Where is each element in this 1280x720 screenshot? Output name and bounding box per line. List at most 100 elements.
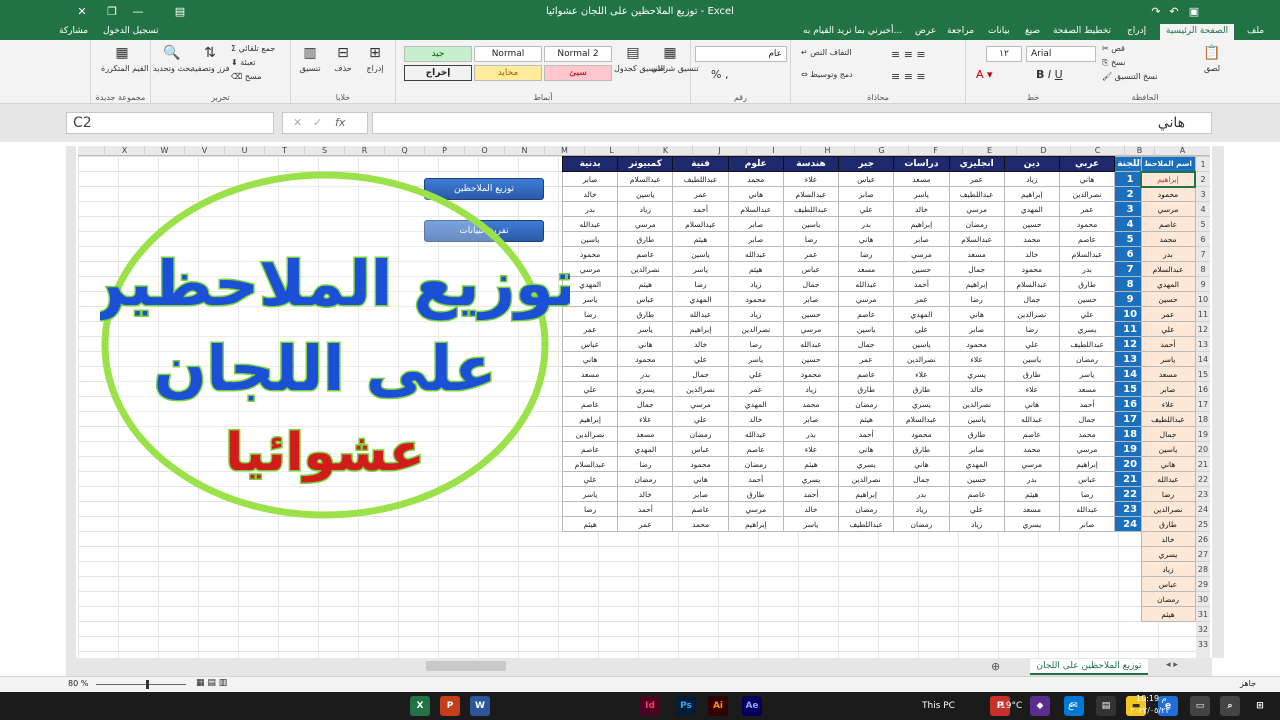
font-color-icon[interactable]: A ▾ xyxy=(976,68,993,81)
share-button[interactable]: مشاركة xyxy=(56,26,91,36)
col-header[interactable]: B xyxy=(1124,146,1154,156)
table-cell[interactable]: هاني xyxy=(838,231,895,247)
table-cell[interactable]: بدر xyxy=(617,366,674,382)
col-header[interactable]: G xyxy=(854,146,908,156)
table-cell[interactable]: هيثم xyxy=(561,516,619,532)
table-cell[interactable]: هاني xyxy=(1003,396,1060,412)
format-painter-button[interactable]: 🖌 نسخ التنسيق xyxy=(1102,72,1157,81)
table-cell[interactable]: محمود xyxy=(1003,261,1060,277)
table-cell[interactable]: نصرالدين xyxy=(561,426,619,442)
table-header[interactable]: دين xyxy=(1003,156,1060,172)
row-header[interactable]: 12 xyxy=(1196,321,1210,336)
row-header[interactable]: 27 xyxy=(1196,546,1210,561)
table-cell[interactable]: يسري xyxy=(782,471,840,487)
observer-cell[interactable]: بدر xyxy=(1140,246,1196,262)
table-cell[interactable]: عمر xyxy=(727,381,784,397)
row-header[interactable]: 13 xyxy=(1196,336,1210,351)
table-cell[interactable]: صابر xyxy=(1058,516,1116,532)
table-header[interactable]: انجليزي xyxy=(948,156,1005,172)
table-cell[interactable]: علي xyxy=(672,351,729,367)
table-cell[interactable]: خالد xyxy=(1003,246,1060,262)
col-header[interactable]: O xyxy=(464,146,504,156)
enter-icon[interactable]: ✓ xyxy=(313,116,322,129)
number-format-select[interactable]: عام xyxy=(695,46,787,62)
table-cell[interactable]: علي xyxy=(672,411,729,427)
ribbon-options-icon[interactable]: ▤ xyxy=(172,4,188,20)
merge-center-button[interactable]: ⇔ دمج وتوسيط xyxy=(801,70,853,79)
table-cell[interactable]: عباس xyxy=(617,291,674,307)
table-cell[interactable]: رمضان xyxy=(672,426,729,442)
observer-cell[interactable]: إبراهيم xyxy=(1140,170,1196,188)
close-icon[interactable]: ✕ xyxy=(74,4,90,20)
row-header[interactable]: 26 xyxy=(1196,531,1210,546)
table-cell[interactable]: إبراهيم xyxy=(1003,186,1060,202)
table-cell[interactable]: خالد xyxy=(617,486,674,502)
table-cell[interactable]: طارق xyxy=(617,231,674,247)
col-header[interactable]: R xyxy=(344,146,384,156)
table-cell[interactable]: رمضان xyxy=(948,216,1005,232)
row-header[interactable]: 15 xyxy=(1196,366,1210,381)
col-header[interactable]: J xyxy=(692,146,746,156)
table-cell[interactable]: عبدالله xyxy=(727,426,784,442)
table-cell[interactable]: عبدالسلام xyxy=(782,186,840,202)
row-header[interactable]: 18 xyxy=(1196,411,1210,426)
table-cell[interactable]: محمد xyxy=(782,396,840,412)
table-cell[interactable]: رمضان xyxy=(893,516,950,532)
table-cell[interactable]: مرسي xyxy=(782,321,840,337)
row-header[interactable]: 3 xyxy=(1196,186,1210,201)
observer-cell[interactable]: مرسي xyxy=(1140,201,1196,217)
table-cell[interactable]: عبدالله xyxy=(1058,501,1116,517)
observer-cell[interactable]: علي xyxy=(1140,321,1196,337)
cancel-icon[interactable]: ✕ xyxy=(293,116,302,129)
col-header[interactable]: C xyxy=(1070,146,1124,156)
cut-button[interactable]: ✂ قص xyxy=(1102,44,1125,53)
table-cell[interactable]: صابر xyxy=(672,486,729,502)
table-cell[interactable]: عاصم xyxy=(948,486,1005,502)
table-cell[interactable]: مسعد xyxy=(561,366,619,382)
table-cell[interactable]: طارق xyxy=(1003,366,1060,382)
table-cell[interactable]: ياسر xyxy=(672,261,729,277)
row-header[interactable]: 2 xyxy=(1196,171,1210,186)
aftereffects-icon[interactable]: Ae xyxy=(742,696,762,716)
table-cell[interactable]: رمضان xyxy=(838,396,895,412)
table-cell[interactable]: علاء xyxy=(948,351,1005,367)
observer-cell[interactable]: هيثم xyxy=(1140,606,1196,622)
style-neutral[interactable]: محايد xyxy=(474,65,542,81)
table-cell[interactable]: حسين xyxy=(782,306,840,322)
clock-time[interactable]: 10:19 م xyxy=(1136,694,1167,703)
col-header[interactable]: P xyxy=(424,146,464,156)
table-cell[interactable]: ياسين xyxy=(782,216,840,232)
table-cell[interactable]: صابر xyxy=(948,441,1005,457)
font-size-select[interactable]: ١٢ xyxy=(986,46,1022,62)
table-cell[interactable]: زياد xyxy=(893,501,950,517)
table-cell[interactable]: جمال xyxy=(1003,291,1060,307)
table-cell[interactable]: مرسي xyxy=(617,216,674,232)
table-cell[interactable]: عبدالله xyxy=(838,276,895,292)
indesign-icon[interactable]: Id xyxy=(640,696,660,716)
table-cell[interactable]: هيثم xyxy=(617,276,674,292)
table-cell[interactable]: عبدالسلام xyxy=(1003,276,1060,292)
fx-buttons[interactable]: ✕ ✓ fx xyxy=(282,112,368,134)
table-cell[interactable]: خالد xyxy=(782,501,840,517)
word-icon[interactable]: W xyxy=(470,696,490,716)
col-header[interactable]: X xyxy=(104,146,144,156)
style-output[interactable]: إخراج xyxy=(404,65,472,81)
table-cell[interactable]: عاصم xyxy=(1003,426,1060,442)
table-cell[interactable]: رضا xyxy=(838,246,895,262)
table-cell[interactable]: نصرالدين xyxy=(1058,186,1116,202)
table-cell[interactable]: مرسي xyxy=(1058,441,1116,457)
table-cell[interactable]: زياد xyxy=(727,306,784,322)
table-cell[interactable]: محمود xyxy=(782,366,840,382)
table-cell[interactable]: عبدالسلام xyxy=(1058,246,1116,262)
table-cell[interactable]: مسعد xyxy=(1058,381,1116,397)
table-header[interactable]: فنية xyxy=(672,156,729,172)
table-cell[interactable]: محمود xyxy=(727,291,784,307)
table-cell[interactable]: أحمد xyxy=(672,201,729,217)
task-view-icon[interactable]: ▭ xyxy=(1190,696,1210,716)
table-cell[interactable]: رمضان xyxy=(838,501,895,517)
row-header[interactable]: 7 xyxy=(1196,246,1210,261)
table-cell[interactable]: طارق xyxy=(948,426,1005,442)
table-cell[interactable]: هيثم xyxy=(1003,486,1060,502)
table-cell[interactable]: هاني xyxy=(838,441,895,457)
table-cell[interactable]: جمال xyxy=(948,261,1005,277)
